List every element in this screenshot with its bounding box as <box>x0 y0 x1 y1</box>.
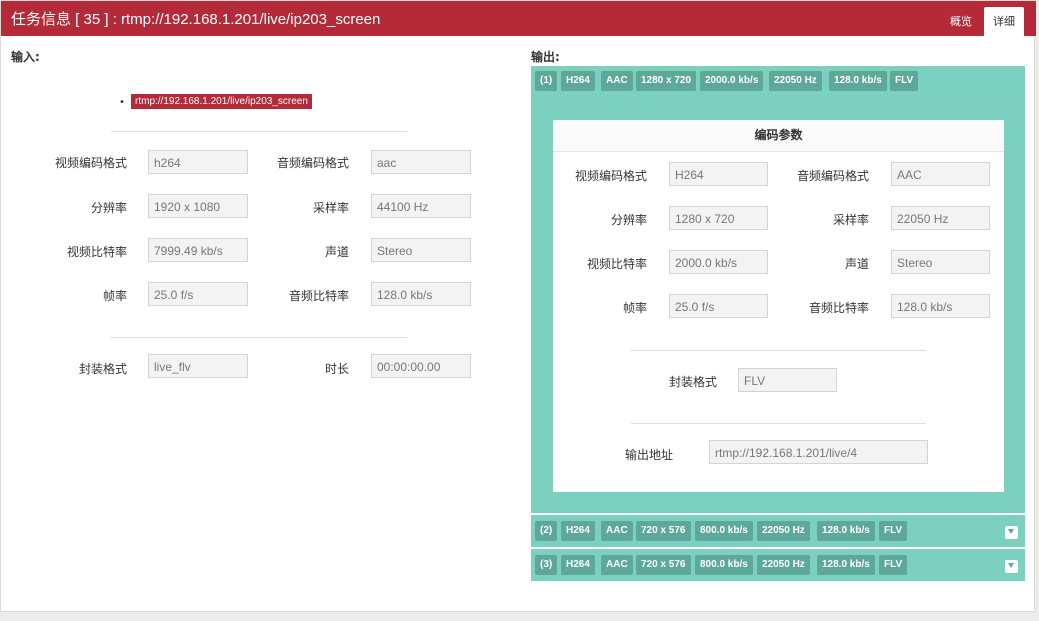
divider <box>111 131 407 132</box>
field-label: 封装格式 <box>78 362 127 376</box>
expand-chevron-icon[interactable] <box>1005 560 1018 573</box>
input-audio-codec-field[interactable]: aac <box>371 150 471 174</box>
tab-overview[interactable]: 概览 <box>941 7 981 36</box>
field-label: 采样率 <box>312 201 349 215</box>
field-label: 音频编码格式 <box>796 169 869 183</box>
output-url-field[interactable]: rtmp://192.168.1.201/live/4 <box>709 440 928 464</box>
field-label: 帧率 <box>102 289 127 303</box>
input-video-bitrate-field[interactable]: 7999.49 kb/s <box>148 238 248 262</box>
output-index-badge: (1) <box>535 71 558 91</box>
video-bitrate-badge: 2000.0 kb/s <box>700 71 764 91</box>
audio-bitrate-badge: 128.0 kb/s <box>817 521 875 541</box>
input-duration-field[interactable]: 00:00:00.00 <box>371 354 471 378</box>
sample-rate-badge: 22050 Hz <box>757 555 810 575</box>
encoding-params-panel: 编码参数 视频编码格式 H264 音频编码格式 AAC 分辨率 1280 x 7… <box>553 120 1004 492</box>
sample-rate-badge: 22050 Hz <box>757 521 810 541</box>
field-label: 音频编码格式 <box>276 156 349 170</box>
field-label: 声道 <box>324 245 349 259</box>
output-index-badge: (2) <box>535 521 558 541</box>
output-resolution-field[interactable]: 1280 x 720 <box>669 206 768 230</box>
input-frame-rate-field[interactable]: 25.0 f/s <box>148 282 248 306</box>
task-detail-panel: 任务信息 [ 35 ] : rtmp://192.168.1.201/live/… <box>0 0 1036 612</box>
audio-codec-badge: AAC <box>601 555 633 575</box>
input-section-label: 输入: <box>11 50 40 64</box>
input-resolution-field[interactable]: 1920 x 1080 <box>148 194 248 218</box>
encoding-params-title: 编码参数 <box>754 128 803 142</box>
output-section-label: 输出: <box>531 50 560 64</box>
field-label: 输出地址 <box>624 448 673 462</box>
field-label: 音频比特率 <box>808 301 869 315</box>
video-bitrate-badge: 800.0 kb/s <box>695 555 753 575</box>
divider <box>631 350 926 351</box>
page-title: 任务信息 [ 35 ] : rtmp://192.168.1.201/live/… <box>11 11 381 28</box>
input-video-codec-field[interactable]: h264 <box>148 150 248 174</box>
format-badge: FLV <box>879 555 908 575</box>
video-codec-badge: H264 <box>561 71 595 91</box>
video-bitrate-badge: 800.0 kb/s <box>695 521 753 541</box>
input-container-field[interactable]: live_flv <box>148 354 248 378</box>
output-index-badge: (3) <box>535 555 558 575</box>
field-label: 视频编码格式 <box>54 156 127 170</box>
encoding-params-header: 编码参数 <box>553 120 1004 152</box>
field-label: 声道 <box>844 257 869 271</box>
field-label: 封装格式 <box>668 375 717 389</box>
output-audio-codec-field[interactable]: AAC <box>891 162 990 186</box>
expand-chevron-icon[interactable] <box>1005 526 1018 539</box>
field-label: 帧率 <box>622 301 647 315</box>
field-label: 视频比特率 <box>66 245 127 259</box>
output-video-bitrate-field[interactable]: 2000.0 kb/s <box>669 250 768 274</box>
field-label: 采样率 <box>832 213 869 227</box>
input-channel-field[interactable]: Stereo <box>371 238 471 262</box>
field-label: 时长 <box>324 362 349 376</box>
bullet-icon: • <box>119 97 125 108</box>
field-label: 视频编码格式 <box>574 169 647 183</box>
output-item-2[interactable]: (2) H264 AAC 720 x 576 800.0 kb/s 22050 … <box>531 515 1025 547</box>
output-frame-rate-field[interactable]: 25.0 f/s <box>669 294 768 318</box>
format-badge: FLV <box>879 521 908 541</box>
output-channel-field[interactable]: Stereo <box>891 250 990 274</box>
tab-detail[interactable]: 详细 <box>984 7 1024 36</box>
field-label: 分辨率 <box>90 201 127 215</box>
input-audio-bitrate-field[interactable]: 128.0 kb/s <box>371 282 471 306</box>
divider <box>111 337 407 338</box>
audio-bitrate-badge: 128.0 kb/s <box>817 555 875 575</box>
output-video-codec-field[interactable]: H264 <box>669 162 768 186</box>
output-container-field[interactable]: FLV <box>738 368 837 392</box>
field-label: 分辨率 <box>610 213 647 227</box>
resolution-badge: 720 x 576 <box>636 555 691 575</box>
audio-codec-badge: AAC <box>601 521 633 541</box>
field-label: 视频比特率 <box>586 257 647 271</box>
sample-rate-badge: 22050 Hz <box>769 71 822 91</box>
resolution-badge: 720 x 576 <box>636 521 691 541</box>
audio-codec-badge: AAC <box>601 71 633 91</box>
panel-header: 任务信息 [ 35 ] : rtmp://192.168.1.201/live/… <box>1 1 1036 36</box>
divider <box>631 423 926 424</box>
input-sample-rate-field[interactable]: 44100 Hz <box>371 194 471 218</box>
field-label: 音频比特率 <box>288 289 349 303</box>
output-sample-rate-field[interactable]: 22050 Hz <box>891 206 990 230</box>
audio-bitrate-badge: 128.0 kb/s <box>829 71 887 91</box>
video-codec-badge: H264 <box>561 555 595 575</box>
output-item-3[interactable]: (3) H264 AAC 720 x 576 800.0 kb/s 22050 … <box>531 549 1025 581</box>
format-badge: FLV <box>890 71 919 91</box>
input-url-tag[interactable]: rtmp://192.168.1.201/live/ip203_screen <box>131 94 312 109</box>
resolution-badge: 1280 x 720 <box>636 71 697 91</box>
output-audio-bitrate-field[interactable]: 128.0 kb/s <box>891 294 990 318</box>
video-codec-badge: H264 <box>561 521 595 541</box>
